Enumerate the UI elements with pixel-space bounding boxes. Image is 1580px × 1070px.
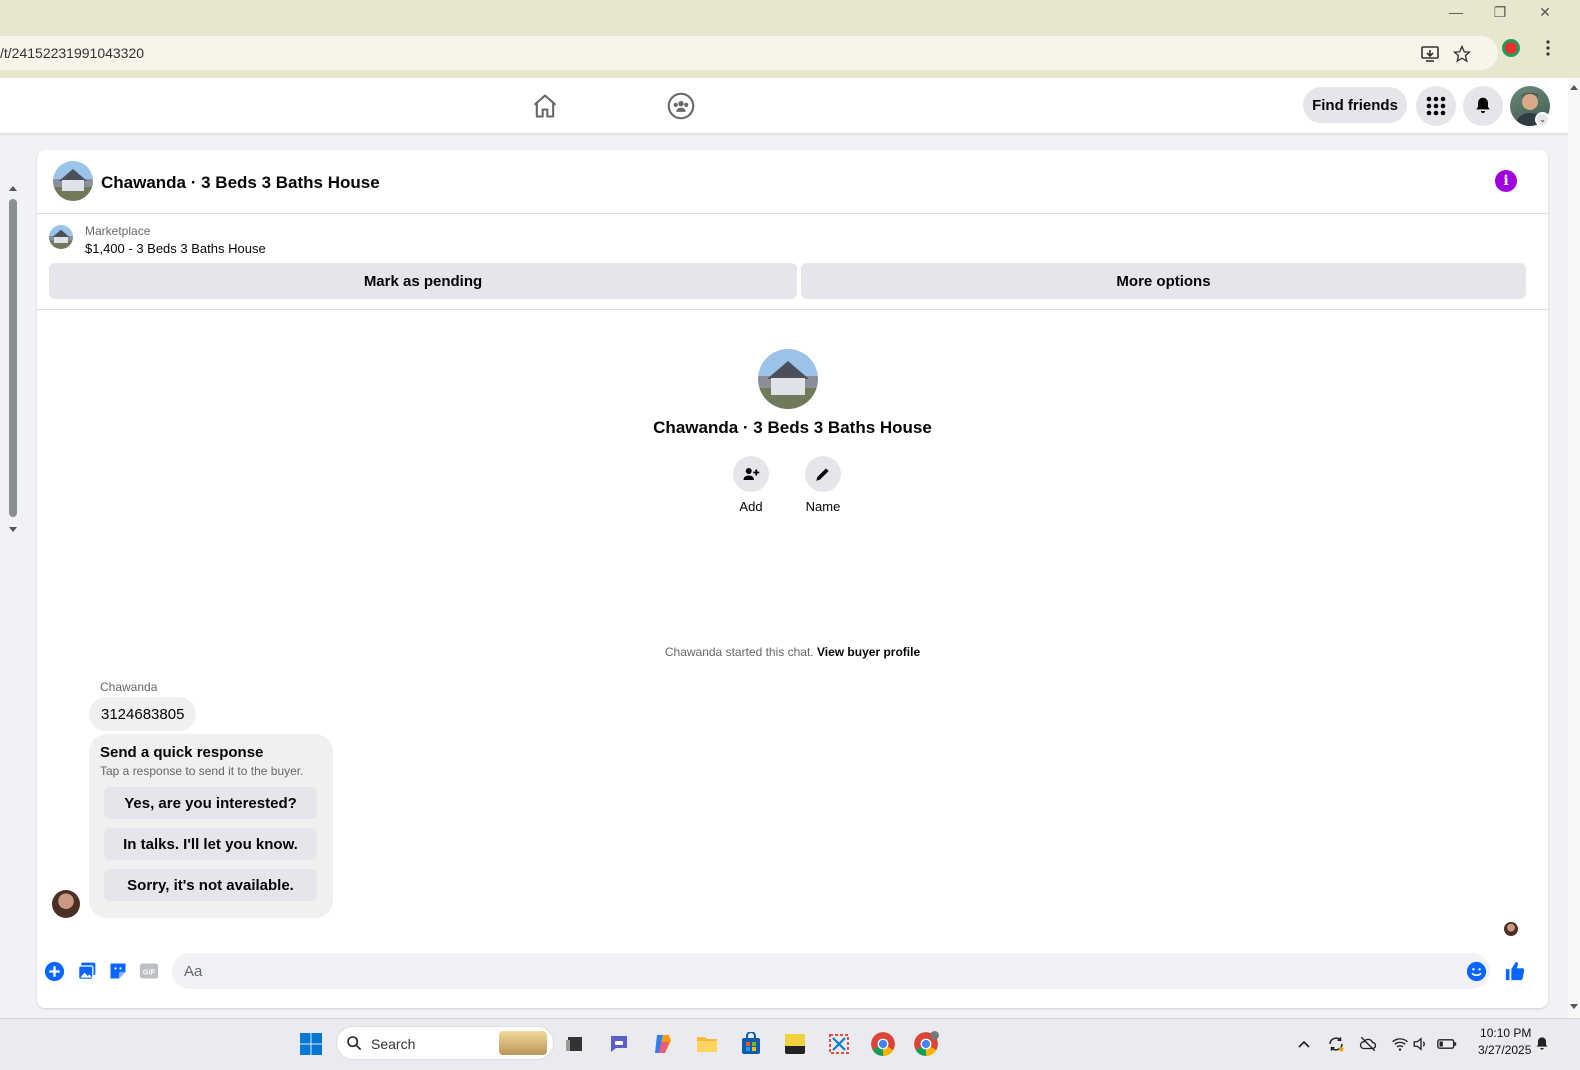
snipping-tool-icon[interactable] — [824, 1029, 854, 1059]
omnibox[interactable]: /t/24152231991043320 — [0, 36, 1498, 70]
account-chevron-icon[interactable]: ⌄ — [1535, 112, 1550, 127]
quick-response-title: Send a quick response — [100, 744, 264, 761]
conversation-title: Chawanda · 3 Beds 3 Baths House — [653, 418, 932, 437]
restore-icon[interactable]: ❐ — [1478, 0, 1522, 24]
chat-panel: Chawanda · 3 Beds 3 Baths House i Market… — [37, 150, 1548, 1008]
install-app-icon[interactable] — [1420, 44, 1440, 64]
chat-start-notice: Chawanda started this chat. View buyer p… — [37, 645, 1548, 659]
listing-thumbnail[interactable] — [49, 225, 73, 249]
plus-icon[interactable] — [43, 960, 65, 982]
quick-response-option[interactable]: Yes, are you interested? — [104, 787, 317, 819]
task-view-icon[interactable] — [560, 1029, 590, 1059]
mark-as-pending-button[interactable]: Mark as pending — [49, 263, 797, 299]
like-thumb-icon[interactable] — [1504, 960, 1526, 982]
seen-indicator-avatar — [1504, 922, 1518, 936]
more-options-button[interactable]: More options — [801, 263, 1526, 299]
name-label: Name — [805, 499, 841, 514]
sticker-icon[interactable] — [107, 960, 129, 982]
windows-taskbar: Search 10:10 PM 3/27/2025 — [0, 1018, 1580, 1070]
quick-response-card: Send a quick response Tap a response to … — [89, 734, 333, 918]
menu-grid-icon[interactable] — [1416, 86, 1456, 126]
microsoft-store-icon[interactable] — [736, 1029, 766, 1059]
conversation-avatar — [758, 349, 818, 409]
listing-avatar[interactable] — [53, 161, 93, 201]
teams-chat-icon[interactable] — [604, 1029, 634, 1059]
find-friends-button[interactable]: Find friends — [1303, 87, 1407, 123]
browser-menu-icon[interactable] — [1538, 38, 1558, 58]
edit-name-button[interactable]: Name — [793, 456, 853, 514]
show-hidden-icons-icon[interactable] — [1294, 1034, 1314, 1054]
chrome-icon[interactable] — [868, 1029, 898, 1059]
browser-title-bar: — ❐ ✕ — [0, 0, 1580, 30]
page-scrollbar[interactable] — [1568, 78, 1580, 1018]
listing-price-title[interactable]: $1,400 - 3 Beds 3 Baths House — [85, 241, 266, 256]
chat-header: Chawanda · 3 Beds 3 Baths House i — [37, 150, 1548, 214]
bookmark-star-icon[interactable] — [1452, 44, 1472, 64]
notification-center-icon[interactable] — [1532, 1034, 1552, 1054]
url-text[interactable]: /t/24152231991043320 — [0, 45, 144, 61]
sender-name: Chawanda — [100, 680, 158, 694]
add-people-button[interactable]: Add — [721, 456, 781, 514]
battery-icon[interactable] — [1437, 1034, 1457, 1054]
home-icon[interactable] — [529, 90, 561, 122]
windows-start-icon[interactable] — [296, 1029, 326, 1059]
extension-icon[interactable] — [1501, 38, 1521, 58]
gif-icon[interactable]: GIF — [138, 960, 160, 982]
sticky-notes-icon[interactable] — [780, 1029, 810, 1059]
divider — [37, 309, 1548, 310]
wifi-icon[interactable] — [1390, 1034, 1410, 1054]
message-input[interactable] — [172, 953, 1490, 989]
clock-date: 3/27/2025 — [1478, 1043, 1532, 1057]
taskbar-clock[interactable]: 10:10 PM 3/27/2025 — [1478, 1025, 1531, 1059]
quick-response-subtitle: Tap a response to send it to the buyer. — [100, 764, 304, 778]
add-label: Add — [739, 499, 763, 514]
facebook-top-nav: Find friends ⌄ — [0, 78, 1568, 134]
copilot-icon[interactable] — [648, 1029, 678, 1059]
message-bubble[interactable]: 3124683805 — [89, 697, 197, 731]
close-icon[interactable]: ✕ — [1523, 0, 1567, 24]
address-bar: /t/24152231991043320 — [0, 30, 1580, 78]
photo-icon[interactable] — [76, 960, 98, 982]
search-icon — [347, 1036, 362, 1051]
add-person-icon — [733, 456, 769, 492]
view-buyer-profile-link[interactable]: View buyer profile — [817, 645, 920, 659]
onedrive-offline-icon[interactable] — [1358, 1034, 1378, 1054]
emoji-icon[interactable] — [1465, 960, 1487, 982]
taskbar-search[interactable]: Search — [336, 1026, 554, 1060]
quick-response-option[interactable]: In talks. I'll let you know. — [104, 828, 317, 860]
file-explorer-icon[interactable] — [692, 1029, 722, 1059]
minimize-icon[interactable]: — — [1434, 0, 1478, 24]
search-highlight-image-icon — [499, 1031, 547, 1055]
taskbar-search-label: Search — [371, 1036, 416, 1052]
marketplace-label: Marketplace — [85, 224, 151, 238]
sync-icon[interactable] — [1326, 1034, 1346, 1054]
info-icon[interactable]: i — [1495, 170, 1517, 192]
volume-icon[interactable] — [1411, 1034, 1431, 1054]
sender-avatar[interactable] — [52, 890, 80, 918]
chat-start-text: Chawanda started this chat. — [664, 645, 814, 659]
clock-time: 10:10 PM — [1480, 1026, 1532, 1040]
svg-text:GIF: GIF — [143, 967, 156, 976]
notifications-bell-icon[interactable] — [1463, 86, 1503, 126]
pencil-icon — [805, 456, 841, 492]
groups-icon[interactable] — [665, 90, 697, 122]
chat-title[interactable]: Chawanda · 3 Beds 3 Baths House — [101, 173, 380, 193]
sidebar-scrollbar[interactable] — [8, 186, 18, 536]
quick-response-option[interactable]: Sorry, it's not available. — [104, 869, 317, 901]
chrome-profile-icon[interactable] — [911, 1029, 941, 1059]
